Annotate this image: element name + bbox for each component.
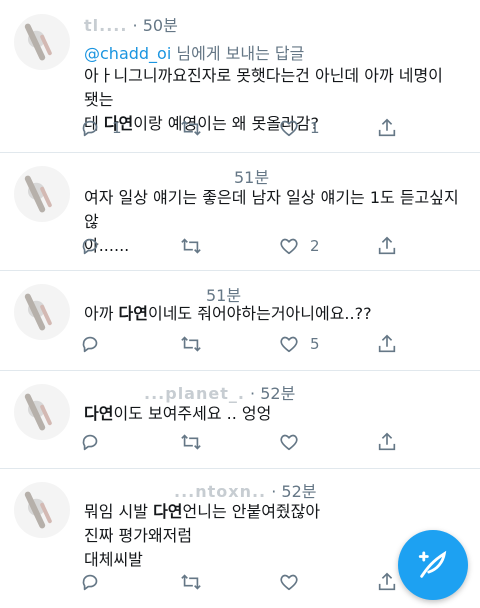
- share-icon: [376, 117, 398, 139]
- retweet-icon: [180, 235, 202, 257]
- reply-icon: [80, 333, 102, 355]
- avatar[interactable]: [14, 14, 70, 70]
- tweet-text-line: 여자 일상 얘기는 좋은데 남자 일상 얘기는 1도 듣고싶지 않: [84, 186, 460, 234]
- tweet-1[interactable]: tl.... · 50분 @chadd_oi 님에게 보내는 답글 아ㅏ니그니까…: [0, 0, 480, 153]
- text-run: 뭐임 시발: [84, 502, 154, 521]
- tweet-actions: 5: [80, 330, 480, 358]
- retweet-icon: [180, 117, 202, 139]
- tweet-text-line: 다연이도 보여주세요 .. 엉엉: [84, 402, 460, 426]
- share-button[interactable]: [376, 114, 398, 142]
- tweet-text-line: 아까 다연이네도 줘어야하는거아니에요..??: [84, 302, 460, 326]
- heart-icon: [278, 117, 300, 139]
- tweet-header: 51분: [84, 164, 269, 188]
- heart-icon: [278, 431, 300, 453]
- tweet-header: tl.... · 50분: [84, 12, 178, 36]
- retweet-button[interactable]: [180, 114, 202, 142]
- reply-icon: [80, 117, 102, 139]
- tweet-actions: 11: [80, 114, 480, 142]
- share-icon: [376, 333, 398, 355]
- tweet-text: 다연이도 보여주세요 .. 엉엉: [84, 402, 460, 426]
- tweet-actions: [80, 428, 480, 456]
- separator-dot: ·: [271, 482, 282, 501]
- tweet-3[interactable]: 51분 아까 다연이네도 줘어야하는거아니에요..?? 5: [0, 270, 480, 371]
- text-run: 이도 보여주세요 .. 엉엉: [113, 404, 272, 423]
- text-run: 언니는 안붙여줬잖아: [182, 502, 321, 521]
- tweet-header: ...planet_. · 52분: [84, 380, 295, 404]
- share-button[interactable]: [376, 330, 398, 358]
- tweet-header: ...ntoxn.. · 52분: [84, 478, 317, 502]
- tweet-actions: 2: [80, 232, 480, 260]
- text-run: 이네도 줘어야하는거아니에요..??: [147, 304, 372, 323]
- tweet-time[interactable]: 50분: [143, 16, 178, 35]
- compose-tweet-icon: [418, 550, 447, 578]
- tweet-4[interactable]: ...planet_. · 52분 다연이도 보여주세요 .. 엉엉: [0, 370, 480, 469]
- tweet-time[interactable]: 52분: [260, 384, 295, 403]
- author-name[interactable]: ...planet_.: [144, 384, 245, 403]
- retweet-button[interactable]: [180, 568, 202, 596]
- text-run: 아까: [84, 304, 119, 323]
- like-button[interactable]: [278, 428, 310, 456]
- like-button[interactable]: [278, 568, 310, 596]
- like-button[interactable]: 2: [278, 232, 320, 260]
- like-button[interactable]: 5: [278, 330, 320, 358]
- separator-dot: ·: [250, 384, 261, 403]
- tweet-text-line: 뭐임 시발 다연언니는 안붙여줬잖아: [84, 500, 460, 524]
- tweet-time[interactable]: 51분: [234, 168, 269, 187]
- like-count: 1: [310, 119, 320, 137]
- tweet-2[interactable]: 51분 여자 일상 얘기는 좋은데 남자 일상 얘기는 1도 듣고싶지 않 아..…: [0, 152, 480, 271]
- reply-icon: [80, 571, 102, 593]
- separator-dot: ·: [132, 16, 143, 35]
- retweet-icon: [180, 431, 202, 453]
- highlighted-term: 다연: [153, 502, 183, 521]
- share-icon: [376, 571, 398, 593]
- reply-button[interactable]: [80, 232, 112, 260]
- reply-icon: [80, 235, 102, 257]
- heart-icon: [278, 571, 300, 593]
- avatar[interactable]: [14, 166, 70, 222]
- retweet-icon: [180, 571, 202, 593]
- reply-icon: [80, 431, 102, 453]
- avatar[interactable]: [14, 384, 70, 440]
- reply-to-text: 님에게 보내는 답글: [171, 44, 305, 63]
- share-button[interactable]: [376, 232, 398, 260]
- reply-to-line: @chadd_oi 님에게 보내는 답글: [84, 40, 304, 64]
- text-run: 아ㅏ니그니까요진자로 못햇다는건 아닌데 아까 네명이 됏는: [84, 66, 443, 109]
- reply-button[interactable]: 1: [80, 114, 122, 142]
- reply-button[interactable]: [80, 568, 112, 596]
- reply-count: 1: [112, 119, 122, 137]
- author-name[interactable]: tl....: [84, 16, 127, 35]
- heart-icon: [278, 235, 300, 257]
- reply-handle-link[interactable]: @chadd_oi: [84, 44, 171, 63]
- retweet-button[interactable]: [180, 330, 202, 358]
- avatar[interactable]: [14, 284, 70, 340]
- retweet-button[interactable]: [180, 428, 202, 456]
- highlighted-term: 다연: [84, 404, 114, 423]
- heart-icon: [278, 333, 300, 355]
- share-icon: [376, 235, 398, 257]
- tweet-time[interactable]: 52분: [281, 482, 316, 501]
- tweet-text-line: 아ㅏ니그니까요진자로 못햇다는건 아닌데 아까 네명이 됏는: [84, 64, 460, 112]
- avatar[interactable]: [14, 482, 70, 538]
- text-run: 진짜 평가왜저럼: [84, 526, 193, 545]
- compose-tweet-button[interactable]: [398, 530, 468, 600]
- retweet-button[interactable]: [180, 232, 202, 260]
- like-count: 2: [310, 237, 320, 255]
- reply-button[interactable]: [80, 330, 112, 358]
- like-count: 5: [310, 335, 320, 353]
- highlighted-term: 다연: [118, 304, 148, 323]
- reply-button[interactable]: [80, 428, 112, 456]
- share-button[interactable]: [376, 428, 398, 456]
- like-button[interactable]: 1: [278, 114, 320, 142]
- share-button[interactable]: [376, 568, 398, 596]
- text-run: 대체씨발: [84, 550, 143, 569]
- author-name[interactable]: ...ntoxn..: [174, 482, 266, 501]
- share-icon: [376, 431, 398, 453]
- text-run: 여자 일상 얘기는 좋은데 남자 일상 얘기는 1도 듣고싶지 않: [84, 188, 459, 231]
- tweet-text: 아까 다연이네도 줘어야하는거아니에요..??: [84, 302, 460, 326]
- retweet-icon: [180, 333, 202, 355]
